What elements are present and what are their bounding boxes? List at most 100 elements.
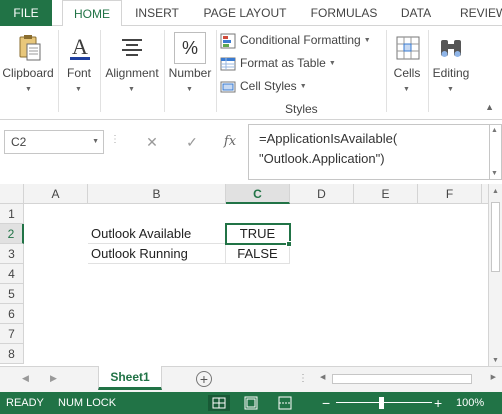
cell-b3[interactable]: Outlook Running [88, 244, 226, 264]
zoom-slider-thumb[interactable] [379, 397, 384, 409]
cell-c3[interactable]: FALSE [226, 244, 290, 264]
status-num-lock: NUM LOCK [58, 397, 117, 409]
ribbon-tab-bar: FILE HOME INSERT PAGE LAYOUT FORMULAS DA… [0, 0, 502, 27]
sheet-tab-sheet1[interactable]: Sheet1 [98, 366, 162, 390]
zoom-in-button[interactable]: + [434, 392, 442, 414]
font-group[interactable]: A Font ▼ [60, 28, 98, 116]
next-sheet-icon[interactable]: ▶ [50, 373, 57, 384]
row-header-3[interactable]: 3 [0, 244, 24, 264]
column-header-c[interactable]: C [226, 184, 290, 204]
chevron-down-icon: ▼ [186, 86, 193, 93]
zoom-level[interactable]: 100% [456, 392, 484, 414]
normal-view-icon[interactable] [208, 395, 230, 411]
worksheet-grid[interactable]: A B C D E F 1 2 3 4 5 6 7 8 Outlook Avai… [0, 184, 488, 366]
add-sheet-icon[interactable]: + [196, 371, 212, 387]
chevron-down-icon: ▼ [25, 86, 32, 93]
page-layout-view-icon[interactable] [240, 395, 262, 411]
styles-group: Conditional Formatting ▼ Format as Table ▼… [220, 28, 384, 116]
tab-page-layout[interactable]: PAGE LAYOUT [196, 0, 294, 26]
formula-scrollbar[interactable]: ▲ ▼ [490, 124, 502, 180]
grip-icon[interactable]: ⋮ [110, 134, 120, 145]
clipboard-group[interactable]: Clipboard ▼ [0, 28, 56, 116]
name-box[interactable]: C2 ▼ [4, 130, 104, 154]
tab-file[interactable]: FILE [0, 0, 52, 26]
column-header-d[interactable]: D [290, 184, 354, 204]
chevron-up-icon: ▲ [491, 127, 498, 134]
column-header-e[interactable]: E [354, 184, 418, 204]
previous-sheet-icon[interactable]: ◀ [22, 373, 29, 384]
vertical-scrollbar[interactable]: ▲ ▼ [488, 184, 502, 366]
cells-label: Cells [393, 66, 421, 80]
chevron-right-icon[interactable]: ▶ [491, 373, 496, 381]
fill-handle[interactable] [286, 241, 292, 247]
column-header-b[interactable]: B [88, 184, 226, 204]
insert-function-button[interactable]: fx [218, 130, 242, 154]
scroll-thumb[interactable] [491, 202, 500, 272]
row-header-8[interactable]: 8 [0, 344, 24, 364]
cell-styles-icon [220, 81, 236, 93]
chevron-down-icon[interactable]: ▼ [492, 357, 499, 364]
collapse-ribbon-icon[interactable]: ▲ [485, 102, 494, 112]
row-header-1[interactable]: 1 [0, 204, 24, 224]
ribbon-home-panel: Clipboard ▼ A Font ▼ Alignment ▼ % Numbe… [0, 26, 502, 120]
number-label: Number [168, 66, 212, 80]
formula-bar: C2 ▼ ⋮ ✕ ✓ fx =ApplicationIsAvailable( "… [0, 120, 502, 184]
chevron-down-icon: ▼ [447, 86, 454, 93]
number-group[interactable]: % Number ▼ [166, 28, 214, 116]
chevron-down-icon: ▼ [363, 36, 371, 44]
cell-c2[interactable]: TRUE [226, 224, 290, 244]
scroll-thumb[interactable] [332, 374, 472, 384]
enter-formula-button[interactable]: ✓ [180, 130, 204, 154]
horizontal-scrollbar[interactable]: ◀ ▶ [318, 373, 502, 385]
sheet-tab-bar: ◀ ▶ Sheet1 + ⋮ ◀ ▶ [0, 366, 502, 392]
zoom-slider[interactable] [336, 402, 432, 403]
font-label: Font [66, 66, 91, 80]
paste-icon [19, 35, 41, 61]
status-ready: READY [6, 397, 44, 409]
conditional-formatting-button[interactable]: Conditional Formatting ▼ [220, 30, 371, 50]
alignment-group[interactable]: Alignment ▼ [102, 28, 162, 116]
column-header-f[interactable]: F [418, 184, 482, 204]
cell-b2[interactable]: Outlook Available [88, 224, 226, 244]
formula-input[interactable]: =ApplicationIsAvailable( "Outlook.Applic… [248, 124, 490, 180]
group-divider [58, 30, 59, 112]
binoculars-icon [441, 40, 461, 57]
styles-group-label: Styles [285, 102, 318, 116]
tab-home[interactable]: HOME [62, 0, 122, 27]
cell-styles-label: Cell Styles [240, 79, 297, 93]
formula-line: "Outlook.Application") [259, 151, 385, 166]
svg-text:A: A [72, 34, 88, 59]
chevron-down-icon: ▼ [403, 86, 410, 93]
row-header-2[interactable]: 2 [0, 224, 24, 244]
chevron-left-icon[interactable]: ◀ [320, 373, 325, 381]
select-all-corner[interactable] [0, 184, 24, 204]
row-header-4[interactable]: 4 [0, 264, 24, 284]
cells-group[interactable]: Cells ▼ [388, 28, 426, 116]
editing-group[interactable]: Editing ▼ [430, 28, 472, 116]
cell-styles-button[interactable]: Cell Styles ▼ [220, 76, 307, 96]
cancel-formula-button[interactable]: ✕ [140, 130, 164, 154]
page-break-view-icon[interactable] [274, 395, 296, 411]
group-divider [216, 30, 217, 112]
row-header-7[interactable]: 7 [0, 324, 24, 344]
row-header-5[interactable]: 5 [0, 284, 24, 304]
chevron-down-icon: ▼ [92, 138, 99, 145]
tab-review[interactable]: REVIEW [452, 0, 502, 26]
tab-formulas[interactable]: FORMULAS [303, 0, 385, 26]
chevron-down-icon: ▼ [491, 170, 498, 177]
format-as-table-button[interactable]: Format as Table ▼ [220, 53, 336, 73]
chevron-down-icon: ▼ [328, 59, 336, 67]
conditional-formatting-label: Conditional Formatting [240, 33, 361, 47]
tab-data[interactable]: DATA [392, 0, 440, 26]
clipboard-label: Clipboard [2, 66, 54, 80]
chevron-up-icon[interactable]: ▲ [492, 188, 499, 195]
zoom-out-button[interactable]: − [322, 392, 330, 414]
name-box-value: C2 [11, 135, 27, 149]
alignment-label: Alignment [105, 66, 159, 80]
tab-insert[interactable]: INSERT [128, 0, 186, 26]
group-divider [428, 30, 429, 112]
grip-icon[interactable]: ⋮ [298, 373, 308, 384]
row-header-6[interactable]: 6 [0, 304, 24, 324]
chevron-down-icon: ▼ [75, 86, 82, 93]
column-header-a[interactable]: A [24, 184, 88, 204]
